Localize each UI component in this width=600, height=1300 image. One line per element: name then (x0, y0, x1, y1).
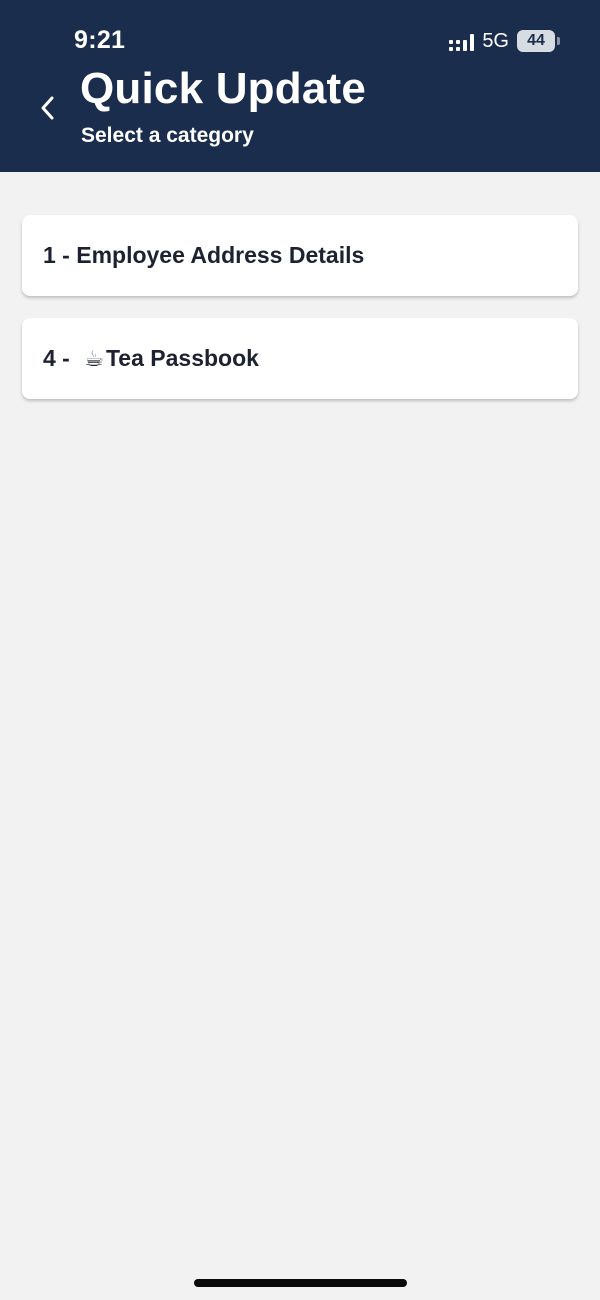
category-item-tea-passbook[interactable]: 4 - ☕ Tea Passbook (22, 318, 578, 399)
tea-cup-icon: ☕ (84, 345, 104, 371)
category-prefix: 4 - (43, 345, 77, 371)
signal-icon (449, 31, 475, 51)
category-label: Employee Address Details (76, 242, 365, 268)
status-indicators: 5G 44 (449, 28, 560, 54)
category-prefix: 1 - (43, 242, 77, 268)
category-item-employee-address[interactable]: 1 - Employee Address Details (22, 215, 578, 296)
chevron-left-icon (41, 96, 54, 120)
page-subtitle: Select a category (81, 124, 254, 147)
category-list: 1 - Employee Address Details 4 - ☕ Tea P… (22, 215, 578, 421)
home-indicator[interactable] (194, 1279, 407, 1287)
battery-icon: 44 (517, 30, 560, 52)
back-button[interactable] (32, 88, 62, 128)
category-label: Tea Passbook (105, 345, 259, 371)
app-header: 9:21 5G 44 Quick Update Select a categor… (0, 0, 600, 172)
battery-level: 44 (517, 30, 555, 52)
network-type: 5G (482, 29, 509, 52)
status-time: 9:21 (74, 26, 126, 54)
page-title: Quick Update (80, 64, 367, 113)
